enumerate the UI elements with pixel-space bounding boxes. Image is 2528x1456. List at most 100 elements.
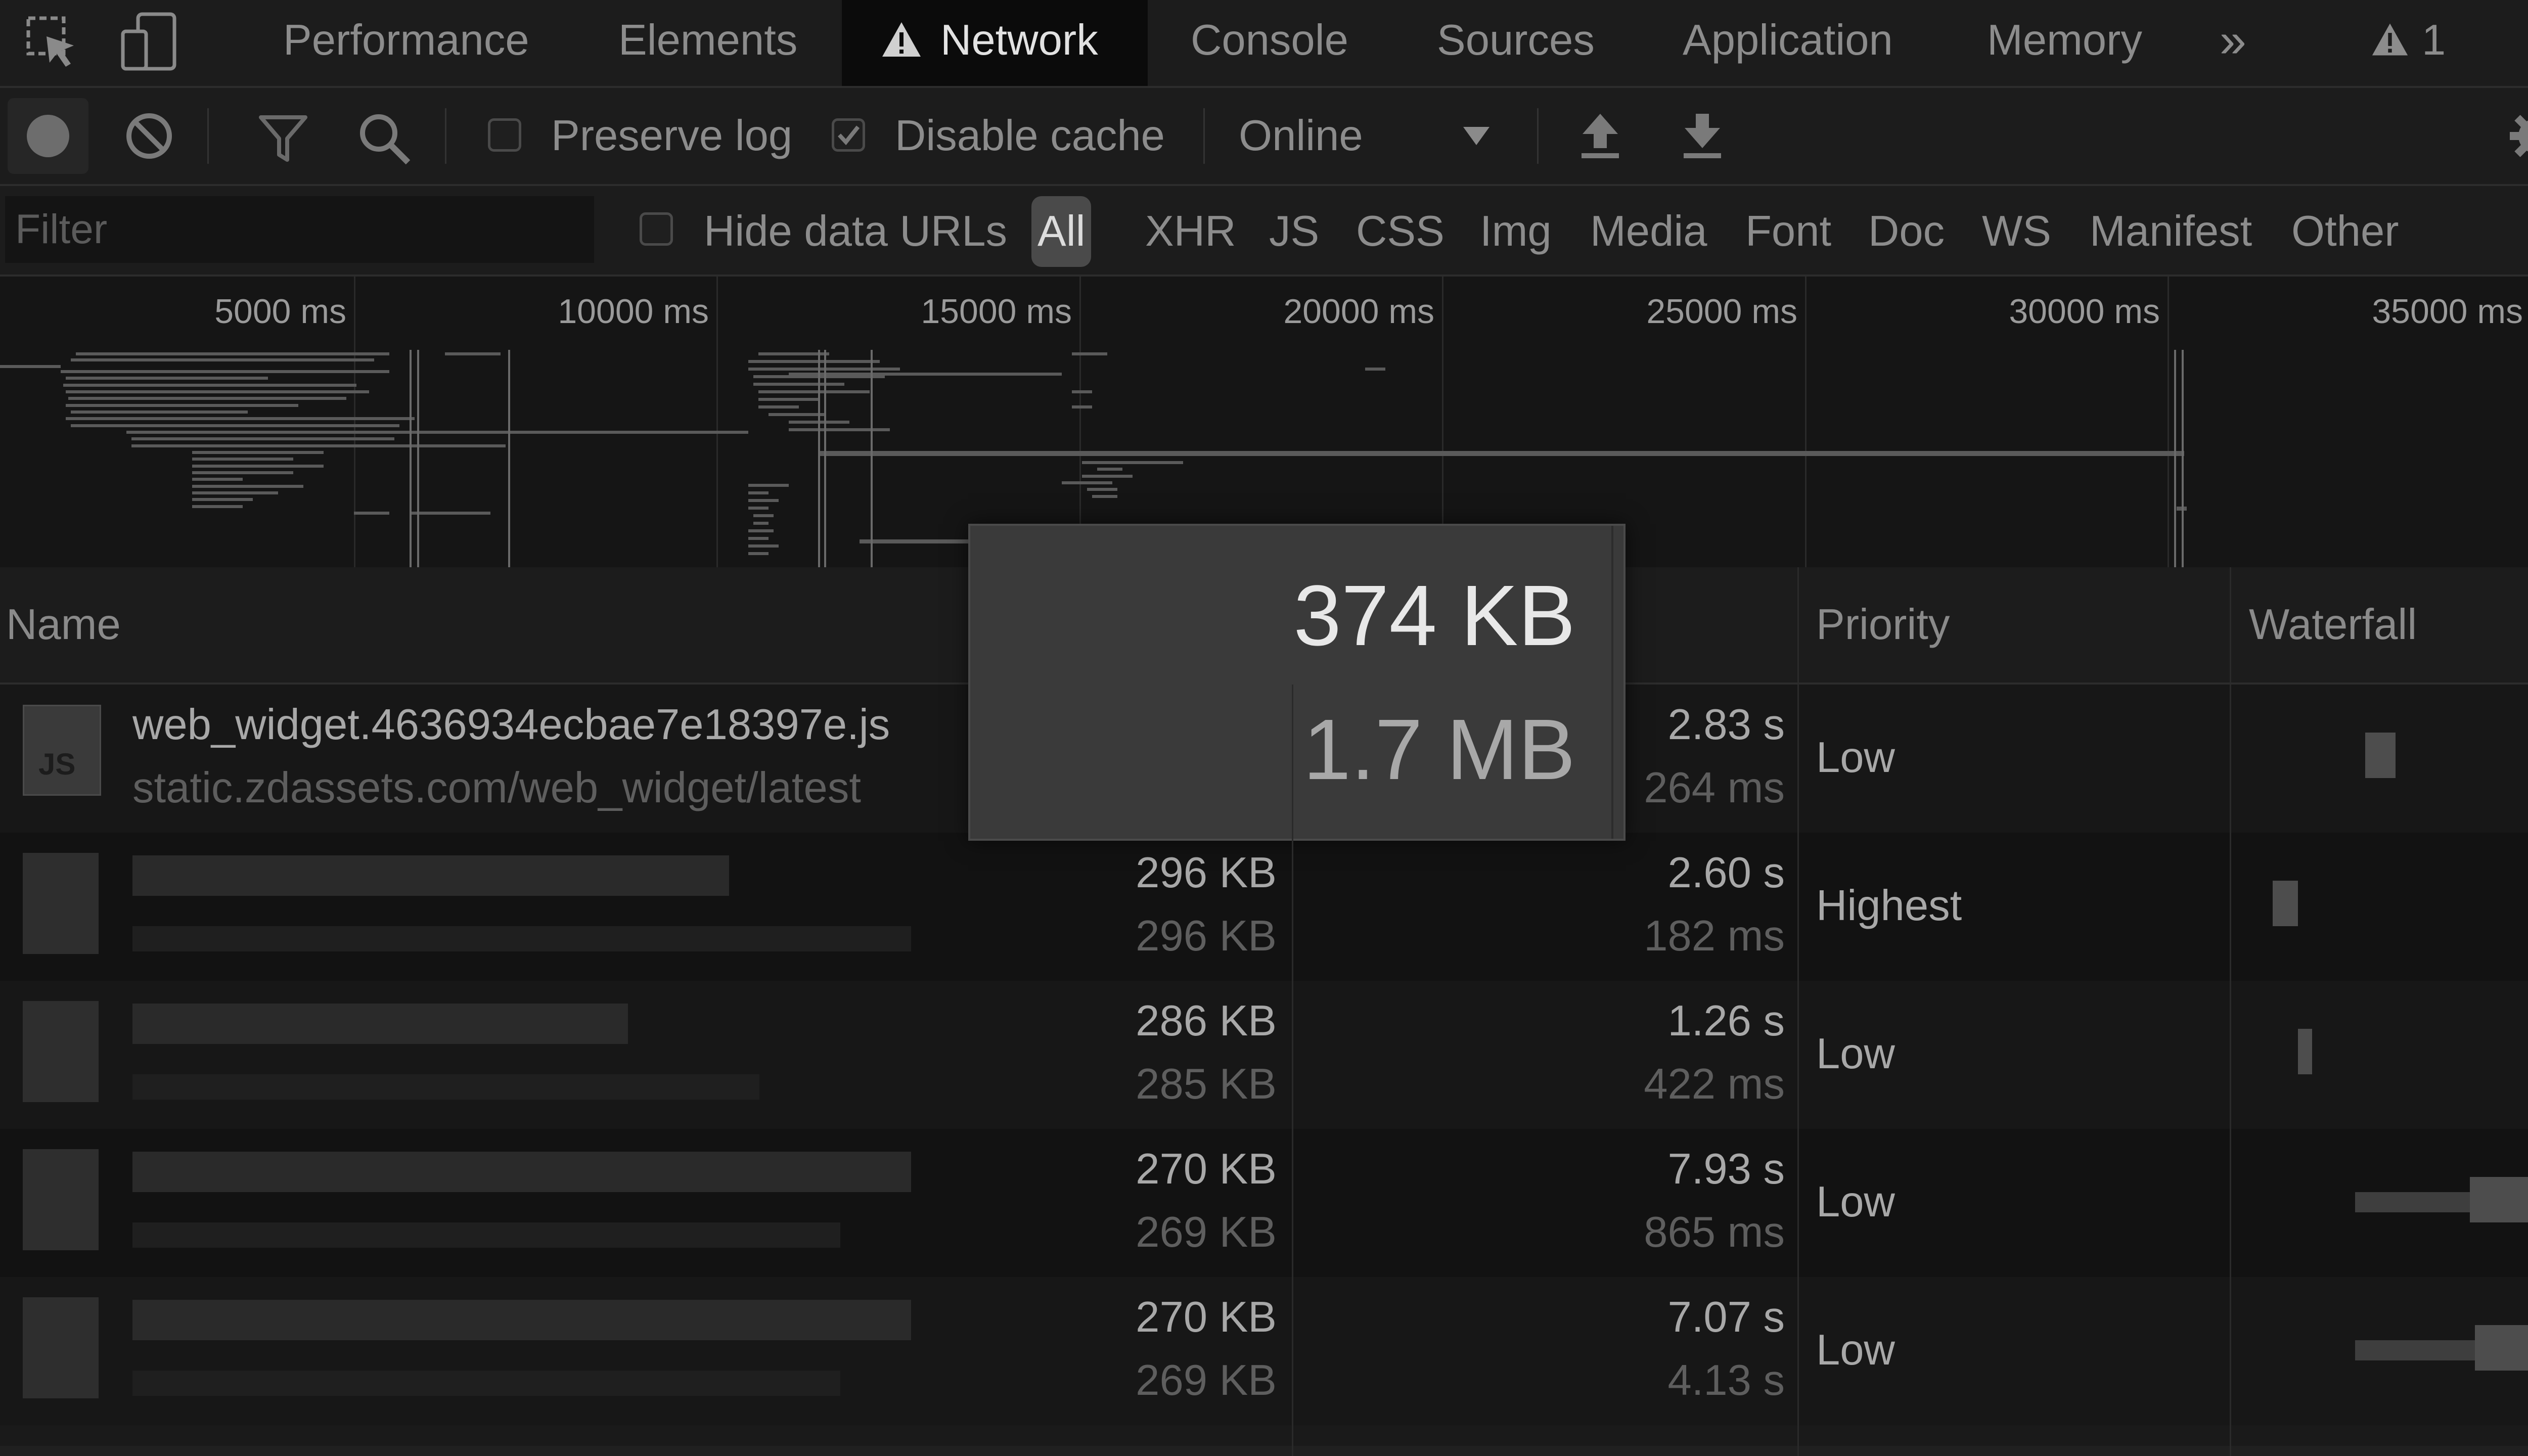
search-icon[interactable]	[356, 111, 412, 166]
redacted-name	[132, 1152, 911, 1192]
filter-icon[interactable]	[258, 113, 308, 164]
request-latency: 422 ms	[1644, 1060, 1785, 1108]
request-size: 270 KB	[1136, 1145, 1277, 1193]
js-file-icon: JS	[23, 705, 101, 796]
filter-type-media[interactable]: Media	[1590, 206, 1707, 257]
file-type-label: JS	[38, 747, 76, 781]
waterfall-wait-bar	[2355, 1340, 2476, 1360]
request-time: 7.07 s	[1667, 1293, 1785, 1341]
import-har-icon[interactable]	[1577, 111, 1623, 161]
column-header-priority[interactable]: Priority	[1816, 567, 1950, 682]
filter-type-doc[interactable]: Doc	[1868, 206, 1945, 257]
clear-icon[interactable]	[124, 111, 174, 161]
request-domain: static.zdassets.com/web_widget/latest	[132, 764, 861, 812]
disable-cache-checkbox[interactable]	[832, 118, 865, 152]
filter-type-all[interactable]: All	[1031, 196, 1092, 267]
waterfall-bar	[2475, 1325, 2528, 1371]
waterfall-bar	[2273, 881, 2298, 926]
waterfall-bar	[2470, 1177, 2528, 1222]
tab-elements[interactable]: Elements	[618, 0, 797, 86]
table-row[interactable]: 286 KB 285 KB 1.26 s 422 ms Low	[0, 981, 2528, 1129]
filter-type-img[interactable]: Img	[1480, 206, 1552, 257]
request-content-size: 285 KB	[1136, 1060, 1277, 1108]
tab-console[interactable]: Console	[1191, 0, 1348, 86]
tab-application[interactable]: Application	[1683, 0, 1893, 86]
record-button[interactable]	[8, 98, 88, 174]
column-header-waterfall[interactable]: Waterfall	[2249, 567, 2417, 682]
waterfall-wait-bar	[2355, 1192, 2471, 1212]
file-icon	[23, 1149, 99, 1250]
request-priority: Low	[1816, 1030, 1895, 1078]
request-name: web_widget.4636934ecbae7e18397e.js	[132, 701, 890, 749]
hide-data-urls-checkbox[interactable]	[640, 212, 673, 246]
table-row[interactable]: 270 KB 269 KB 7.07 s 4.13 s Low	[0, 1277, 2528, 1425]
waterfall-bar	[2298, 1029, 2312, 1074]
network-settings-gear-icon[interactable]	[2508, 108, 2528, 164]
tab-memory[interactable]: Memory	[1987, 0, 2142, 86]
hide-data-urls-label: Hide data URLs	[704, 207, 1008, 255]
filter-type-css[interactable]: CSS	[1356, 206, 1444, 257]
filter-type-other[interactable]: Other	[2291, 206, 2399, 257]
request-latency: 4.13 s	[1667, 1356, 1785, 1404]
request-priority: Low	[1816, 1326, 1895, 1374]
warning-count-icon	[2371, 22, 2409, 57]
devtools-tab-bar: Performance Elements Network Console Sou…	[0, 0, 2528, 88]
warning-count: 1	[2422, 16, 2446, 64]
request-latency: 865 ms	[1644, 1208, 1785, 1256]
request-time: 2.60 s	[1667, 849, 1785, 897]
disable-cache-label: Disable cache	[895, 112, 1165, 160]
request-time: 1.26 s	[1667, 997, 1785, 1045]
redacted-domain	[132, 1371, 840, 1396]
request-priority: Low	[1816, 734, 1895, 782]
column-header-name[interactable]: Name	[6, 567, 121, 682]
preserve-log-checkbox[interactable]	[488, 118, 521, 152]
request-size: 296 KB	[1136, 849, 1277, 897]
redacted-domain	[132, 1074, 759, 1100]
tooltip-transferred-size: 374 KB	[1293, 568, 1575, 664]
checkmark-icon	[838, 125, 860, 146]
warning-icon	[881, 21, 922, 58]
file-icon	[23, 1297, 99, 1398]
request-size: 270 KB	[1136, 1293, 1277, 1341]
warnings-indicator[interactable]: 1	[2371, 0, 2452, 86]
horizontal-scrollbar[interactable]	[0, 1446, 2528, 1456]
inspect-element-icon[interactable]	[25, 15, 81, 71]
table-row[interactable]: 270 KB 269 KB 7.93 s 865 ms Low	[0, 1129, 2528, 1277]
tab-network-label: Network	[940, 16, 1098, 64]
network-toolbar: Preserve log Disable cache Online	[0, 88, 2528, 186]
filter-type-js[interactable]: JS	[1269, 206, 1319, 257]
request-content-size: 269 KB	[1136, 1356, 1277, 1404]
tab-sources[interactable]: Sources	[1437, 0, 1595, 86]
redacted-name	[132, 1004, 628, 1044]
size-tooltip: 374 KB 1.7 MB	[968, 524, 1626, 841]
filter-type-font[interactable]: Font	[1745, 206, 1831, 257]
request-latency: 182 ms	[1644, 912, 1785, 960]
tab-performance[interactable]: Performance	[283, 0, 529, 86]
export-har-icon[interactable]	[1680, 111, 1725, 161]
redacted-name	[132, 1300, 911, 1340]
throttling-select[interactable]: Online	[1234, 106, 1507, 166]
filter-type-xhr[interactable]: XHR	[1145, 206, 1236, 257]
device-toolbar-icon[interactable]	[119, 11, 179, 72]
preserve-log-label: Preserve log	[551, 112, 793, 160]
request-time: 7.93 s	[1667, 1145, 1785, 1193]
more-tabs-button[interactable]: »	[2220, 0, 2246, 86]
filter-type-ws[interactable]: WS	[1982, 206, 2051, 257]
redacted-domain	[132, 926, 911, 951]
request-priority: Highest	[1816, 882, 1962, 930]
redacted-domain	[132, 1222, 840, 1248]
file-icon	[23, 1001, 99, 1102]
waterfall-bar	[2365, 733, 2396, 778]
throttling-value: Online	[1239, 112, 1363, 160]
request-priority: Low	[1816, 1178, 1895, 1226]
request-size: 286 KB	[1136, 997, 1277, 1045]
filter-input[interactable]	[5, 196, 594, 263]
tab-network[interactable]: Network	[842, 0, 1148, 86]
table-row[interactable]: 296 KB 296 KB 2.60 s 182 ms Highest	[0, 833, 2528, 981]
redacted-name	[132, 855, 729, 896]
chevron-down-icon	[1461, 125, 1492, 147]
tooltip-resource-size: 1.7 MB	[1303, 702, 1575, 798]
filter-type-manifest[interactable]: Manifest	[2090, 206, 2252, 257]
filter-bar: Hide data URLs All XHR JS CSS Img Media …	[0, 186, 2528, 277]
request-content-size: 269 KB	[1136, 1208, 1277, 1256]
